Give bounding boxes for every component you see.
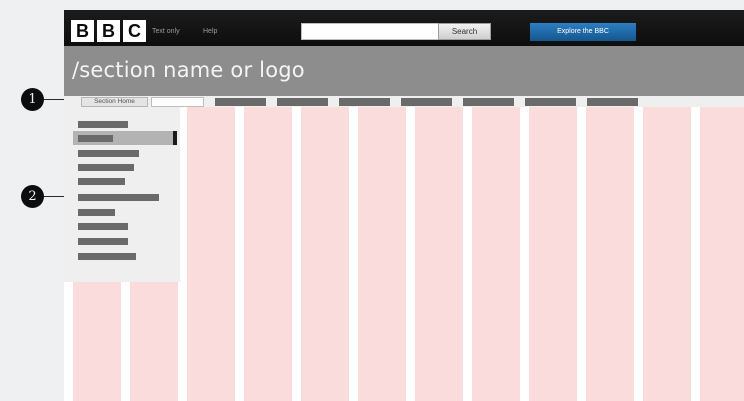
nav-tab-placeholder[interactable]: [587, 98, 638, 106]
left-nav-item[interactable]: [78, 194, 159, 201]
nav-tab-placeholder[interactable]: [277, 98, 328, 106]
search-input[interactable]: [301, 23, 439, 40]
left-nav-item[interactable]: [78, 238, 128, 245]
grid-content-area: [64, 107, 744, 401]
nav-tab-blank[interactable]: [151, 97, 204, 107]
page-mockup: B B C Text only Help Search Explore the …: [64, 10, 744, 401]
left-nav-item-label: [78, 135, 113, 142]
grid-column: [472, 107, 520, 401]
bbc-masthead: B B C Text only Help Search Explore the …: [64, 10, 744, 46]
nav-tab-placeholder[interactable]: [339, 98, 390, 106]
bbc-logo-block: B: [71, 20, 94, 42]
left-nav-item-active[interactable]: [73, 131, 177, 145]
active-indicator: [173, 131, 177, 145]
nav-tab-placeholder[interactable]: [401, 98, 452, 106]
grid-column: [415, 107, 463, 401]
grid-column: [187, 107, 235, 401]
grid-column: [301, 107, 349, 401]
bbc-logo-block: B: [97, 20, 120, 42]
left-nav-item[interactable]: [78, 209, 115, 216]
left-nav-item[interactable]: [78, 253, 136, 260]
bbc-logo-block: C: [123, 20, 146, 42]
section-banner: /section name or logo: [64, 46, 744, 96]
explore-the-bbc-button[interactable]: Explore the BBC: [530, 23, 636, 41]
callout-2-badge: 2: [21, 185, 44, 208]
grid-column: [700, 107, 744, 401]
text-only-link[interactable]: Text only: [152, 28, 180, 35]
left-nav-item[interactable]: [78, 223, 128, 230]
nav-tab-placeholder[interactable]: [215, 98, 266, 106]
left-nav-item[interactable]: [78, 164, 134, 171]
section-nav-bar: Section Home: [64, 96, 744, 107]
grid-column: [529, 107, 577, 401]
grid-column: [586, 107, 634, 401]
nav-tab-placeholder[interactable]: [463, 98, 514, 106]
callout-1-badge: 1: [21, 88, 44, 111]
bbc-logo[interactable]: B B C: [71, 20, 146, 42]
section-title: /section name or logo: [72, 58, 305, 82]
left-nav-item[interactable]: [78, 150, 139, 157]
help-link[interactable]: Help: [203, 28, 217, 35]
nav-tab-placeholder[interactable]: [525, 98, 576, 106]
left-nav-item[interactable]: [78, 178, 125, 185]
nav-tab-section-home[interactable]: Section Home: [81, 97, 148, 107]
left-nav-sidebar: [64, 107, 180, 282]
grid-column: [643, 107, 691, 401]
search-button[interactable]: Search: [438, 23, 491, 40]
left-nav-item[interactable]: [78, 121, 128, 128]
grid-column: [358, 107, 406, 401]
callout-2-leader: [44, 196, 65, 197]
grid-column: [244, 107, 292, 401]
